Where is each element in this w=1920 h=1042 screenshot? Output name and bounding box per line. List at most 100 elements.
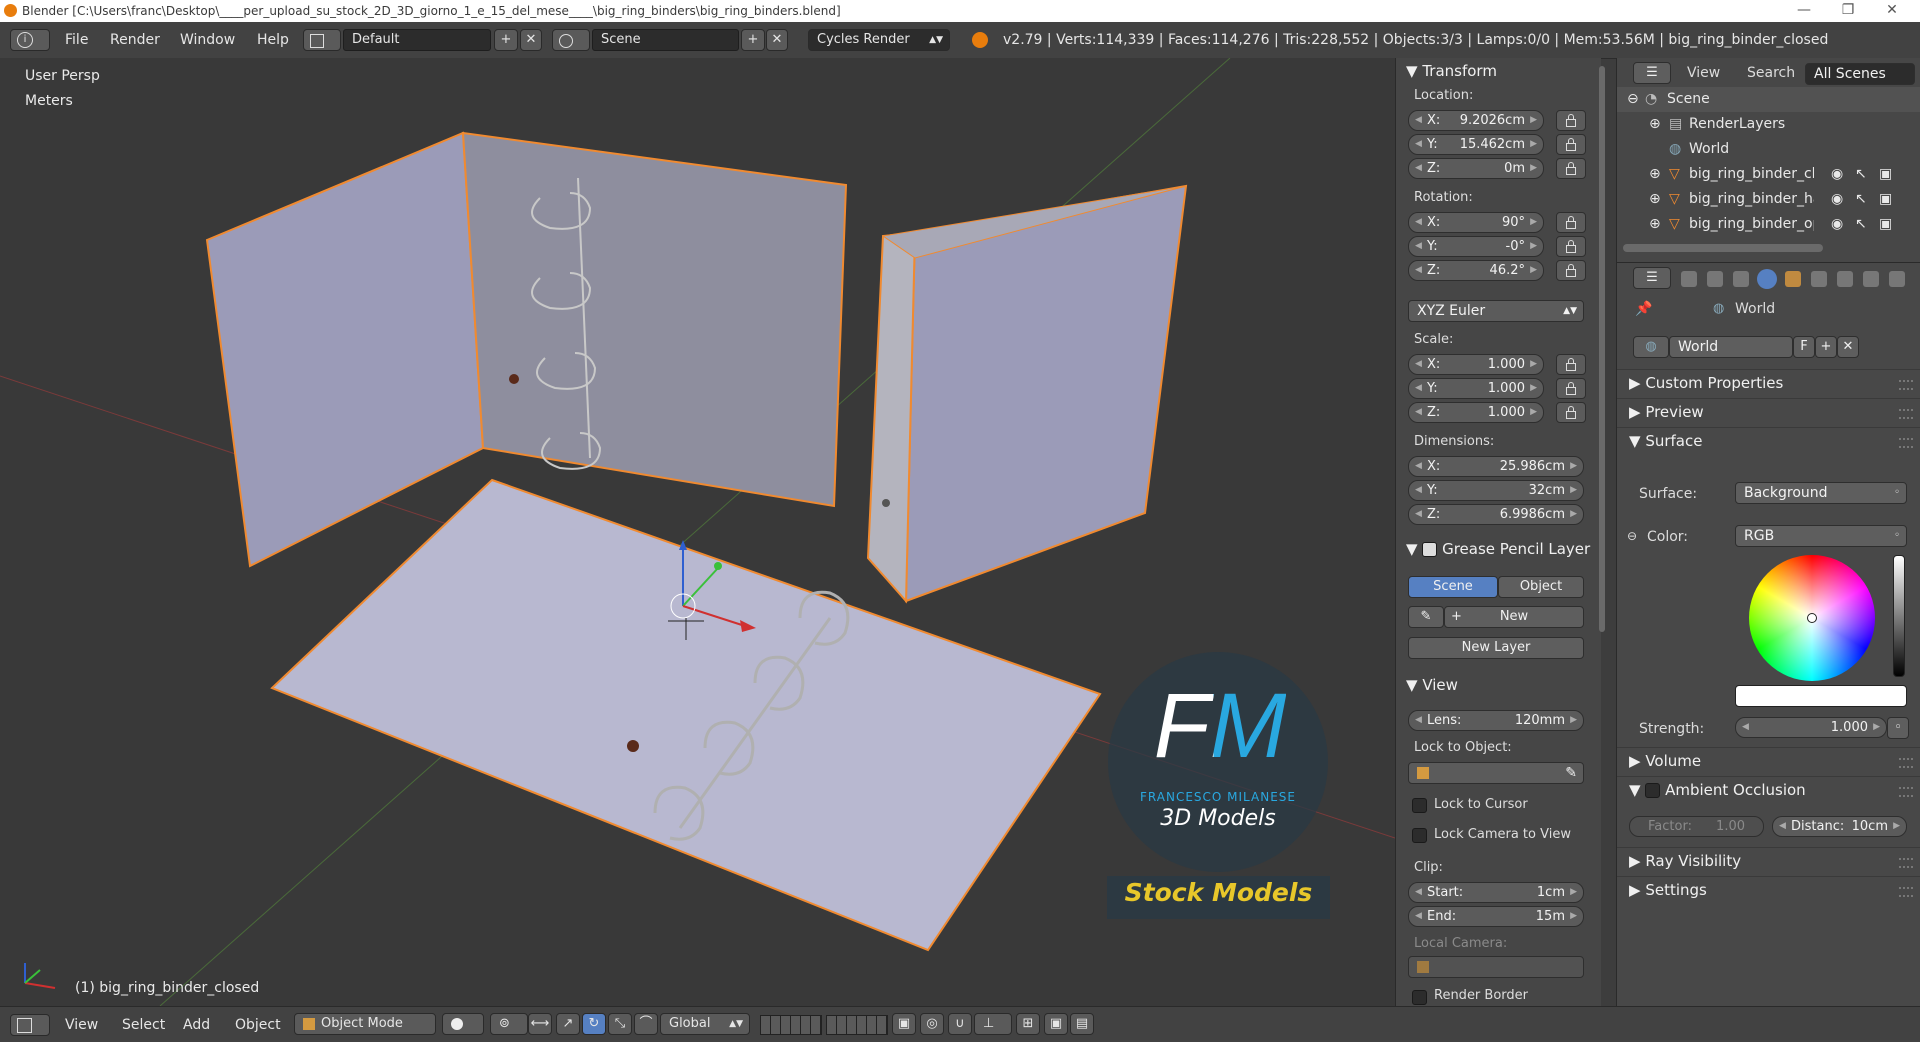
arc-button[interactable]: ⌒ bbox=[634, 1013, 658, 1035]
3d-viewport[interactable]: User Persp Meters (1) big_ring_binder_cl… bbox=[0, 58, 1395, 1006]
new-layer-button[interactable]: New Layer bbox=[1408, 637, 1584, 659]
custom-properties-section[interactable]: ▶ Custom Properties bbox=[1617, 369, 1920, 396]
dimensions-y-field[interactable]: ◀ Y: 32cm ▶ bbox=[1408, 480, 1584, 501]
remove-scene-button[interactable]: ✕ bbox=[766, 29, 788, 51]
menu-select[interactable]: Select bbox=[122, 1017, 165, 1033]
world-unlink-button[interactable]: ✕ bbox=[1837, 336, 1859, 358]
world-browse-button[interactable]: ◍ bbox=[1633, 336, 1669, 358]
ao-checkbox[interactable] bbox=[1645, 783, 1661, 798]
select-cursor-icon[interactable]: ↖ bbox=[1855, 187, 1867, 212]
modifiers-tab-icon[interactable] bbox=[1837, 271, 1853, 287]
scale-y-field[interactable]: ◀ Y: 1.000 ▶ bbox=[1408, 378, 1544, 399]
outliner-scope-dropdown[interactable]: All Scenes bbox=[1805, 63, 1915, 85]
visibility-eye-icon[interactable]: ◉ bbox=[1831, 187, 1843, 212]
color-swatch[interactable] bbox=[1735, 685, 1907, 707]
expand-icon[interactable]: ⊕ bbox=[1649, 112, 1661, 137]
clip-end-field[interactable]: ◀ End: 15m ▶ bbox=[1408, 906, 1584, 927]
color-link-icon[interactable]: ⊖ bbox=[1627, 529, 1637, 543]
world-name-field[interactable]: World bbox=[1669, 336, 1793, 358]
3d-view-editor-type-button[interactable] bbox=[10, 1014, 50, 1036]
lock-cursor-checkbox[interactable] bbox=[1412, 798, 1427, 813]
visibility-eye-icon[interactable]: ◉ bbox=[1831, 212, 1843, 237]
menu-add[interactable]: Add bbox=[183, 1017, 210, 1033]
menu-render[interactable]: Render bbox=[110, 32, 160, 48]
add-scene-button[interactable]: + bbox=[741, 29, 765, 51]
scale-manipulator-button[interactable]: ⤡ bbox=[608, 1013, 632, 1035]
ray-visibility-section[interactable]: ▶ Ray Visibility bbox=[1617, 847, 1920, 874]
lens-field[interactable]: ◀ Lens: 120mm ▶ bbox=[1408, 710, 1584, 731]
location-y-field[interactable]: ◀ Y: 15.462cm ▶ bbox=[1408, 134, 1544, 155]
minimize-button[interactable]: — bbox=[1790, 2, 1818, 18]
volume-section[interactable]: ▶ Volume bbox=[1617, 747, 1920, 774]
expand-icon[interactable]: ⊕ bbox=[1649, 187, 1661, 212]
opengl-render-button[interactable]: ▣ bbox=[1044, 1013, 1068, 1035]
open-binder-right-cover[interactable] bbox=[461, 131, 848, 508]
rotation-mode-dropdown[interactable]: XYZ Euler ▲▼ bbox=[1408, 300, 1584, 322]
preview-section[interactable]: ▶ Preview bbox=[1617, 398, 1920, 425]
local-camera-field[interactable] bbox=[1408, 956, 1584, 978]
pencil-icon-button[interactable]: ✎ bbox=[1408, 606, 1444, 628]
outliner-menu-search[interactable]: Search bbox=[1747, 65, 1795, 81]
translate-manipulator-button[interactable]: ↗ bbox=[556, 1013, 580, 1035]
pivot-point-dropdown[interactable]: ⊚ bbox=[490, 1013, 528, 1035]
grease-scene-tab[interactable]: Scene bbox=[1408, 576, 1498, 598]
constraints-tab-icon[interactable] bbox=[1811, 271, 1827, 287]
color-picker-handle-icon[interactable] bbox=[1807, 613, 1817, 623]
lock-layers-button[interactable]: ▣ bbox=[892, 1013, 916, 1035]
render-border-checkbox[interactable] bbox=[1412, 990, 1427, 1005]
opengl-animation-button[interactable]: ▤ bbox=[1070, 1013, 1094, 1035]
ao-distance-field[interactable]: ◀ Distanc: 10cm ▶ bbox=[1772, 816, 1907, 837]
open-binder-left-cover[interactable] bbox=[205, 131, 485, 568]
viewport-shading-dropdown[interactable] bbox=[442, 1013, 484, 1035]
outliner-row-scene[interactable]: ⊖ ◔ Scene bbox=[1617, 87, 1920, 112]
lock-object-field[interactable]: ✎ bbox=[1408, 762, 1584, 784]
data-tab-icon[interactable] bbox=[1863, 271, 1879, 287]
scene-icon-button[interactable] bbox=[552, 29, 590, 51]
snap-element-dropdown[interactable]: ⊥ bbox=[974, 1013, 1012, 1035]
closed-binder-spine[interactable] bbox=[866, 231, 917, 604]
outliner-row-renderlayers[interactable]: ⊕ ▤ RenderLayers bbox=[1617, 112, 1920, 137]
value-slider[interactable] bbox=[1893, 555, 1905, 677]
surface-section[interactable]: ▼ Surface bbox=[1617, 427, 1920, 454]
clip-start-field[interactable]: ◀ Start: 1cm ▶ bbox=[1408, 882, 1584, 903]
outliner-row-binder-half[interactable]: ⊕ ▽ big_ring_binder_hal ◉ ↖ ▣ bbox=[1617, 187, 1920, 212]
lock-location-x-button[interactable] bbox=[1556, 110, 1586, 131]
lock-rotation-z-button[interactable] bbox=[1556, 260, 1586, 281]
visibility-eye-icon[interactable]: ◉ bbox=[1831, 162, 1843, 187]
transform-orientation-dropdown[interactable]: Global ▲▼ bbox=[660, 1013, 750, 1035]
collapse-icon[interactable]: ⊖ bbox=[1627, 87, 1639, 112]
scale-z-field[interactable]: ◀ Z: 1.000 ▶ bbox=[1408, 402, 1544, 423]
outliner-row-binder-open[interactable]: ⊕ ▽ big_ring_binder_ope ◉ ↖ ▣ bbox=[1617, 212, 1920, 237]
manipulator-toggle-button[interactable]: ⟷ bbox=[528, 1013, 552, 1035]
proportional-edit-button[interactable]: ◎ bbox=[920, 1013, 944, 1035]
menu-file[interactable]: File bbox=[65, 32, 88, 48]
ambient-occlusion-section[interactable]: ▼ Ambient Occlusion bbox=[1617, 776, 1920, 803]
transform-section-header[interactable]: ▼ Transform bbox=[1406, 62, 1497, 80]
dimensions-x-field[interactable]: ◀ X: 25.986cm ▶ bbox=[1408, 456, 1584, 477]
lock-camera-checkbox[interactable] bbox=[1412, 828, 1427, 843]
rotation-y-field[interactable]: ◀ Y: -0° ▶ bbox=[1408, 236, 1544, 257]
interaction-mode-dropdown[interactable]: Object Mode bbox=[294, 1013, 436, 1035]
close-window-button[interactable]: ✕ bbox=[1878, 2, 1906, 18]
outliner-editor-type-button[interactable]: ☰ bbox=[1633, 62, 1671, 84]
outliner-menu-view[interactable]: View bbox=[1687, 65, 1720, 81]
render-camera-icon[interactable]: ▣ bbox=[1879, 212, 1892, 237]
remove-layout-button[interactable]: ✕ bbox=[520, 29, 542, 51]
snap-target-button[interactable]: ⊞ bbox=[1016, 1013, 1040, 1035]
restore-button[interactable]: ❐ bbox=[1834, 2, 1862, 18]
grease-pencil-section-header[interactable]: ▼ Grease Pencil Layer bbox=[1406, 540, 1590, 558]
layers-grid-2[interactable] bbox=[826, 1015, 888, 1035]
scene-field[interactable]: Scene bbox=[592, 29, 739, 51]
grease-pencil-checkbox[interactable] bbox=[1422, 542, 1438, 557]
lock-rotation-y-button[interactable] bbox=[1556, 236, 1586, 257]
lock-location-y-button[interactable] bbox=[1556, 134, 1586, 155]
scale-x-field[interactable]: ◀ X: 1.000 ▶ bbox=[1408, 354, 1544, 375]
screen-layout-field[interactable]: Default bbox=[343, 29, 491, 51]
render-engine-dropdown[interactable]: Cycles Render ▲▼ bbox=[808, 29, 950, 51]
expand-icon[interactable]: ⊕ bbox=[1649, 212, 1661, 237]
dimensions-z-field[interactable]: ◀ Z: 6.9986cm ▶ bbox=[1408, 504, 1584, 525]
menu-help[interactable]: Help bbox=[257, 32, 289, 48]
scene-tab-icon[interactable] bbox=[1733, 271, 1749, 287]
view-section-header[interactable]: ▼ View bbox=[1406, 676, 1458, 694]
layout-icon-button[interactable] bbox=[303, 29, 341, 51]
